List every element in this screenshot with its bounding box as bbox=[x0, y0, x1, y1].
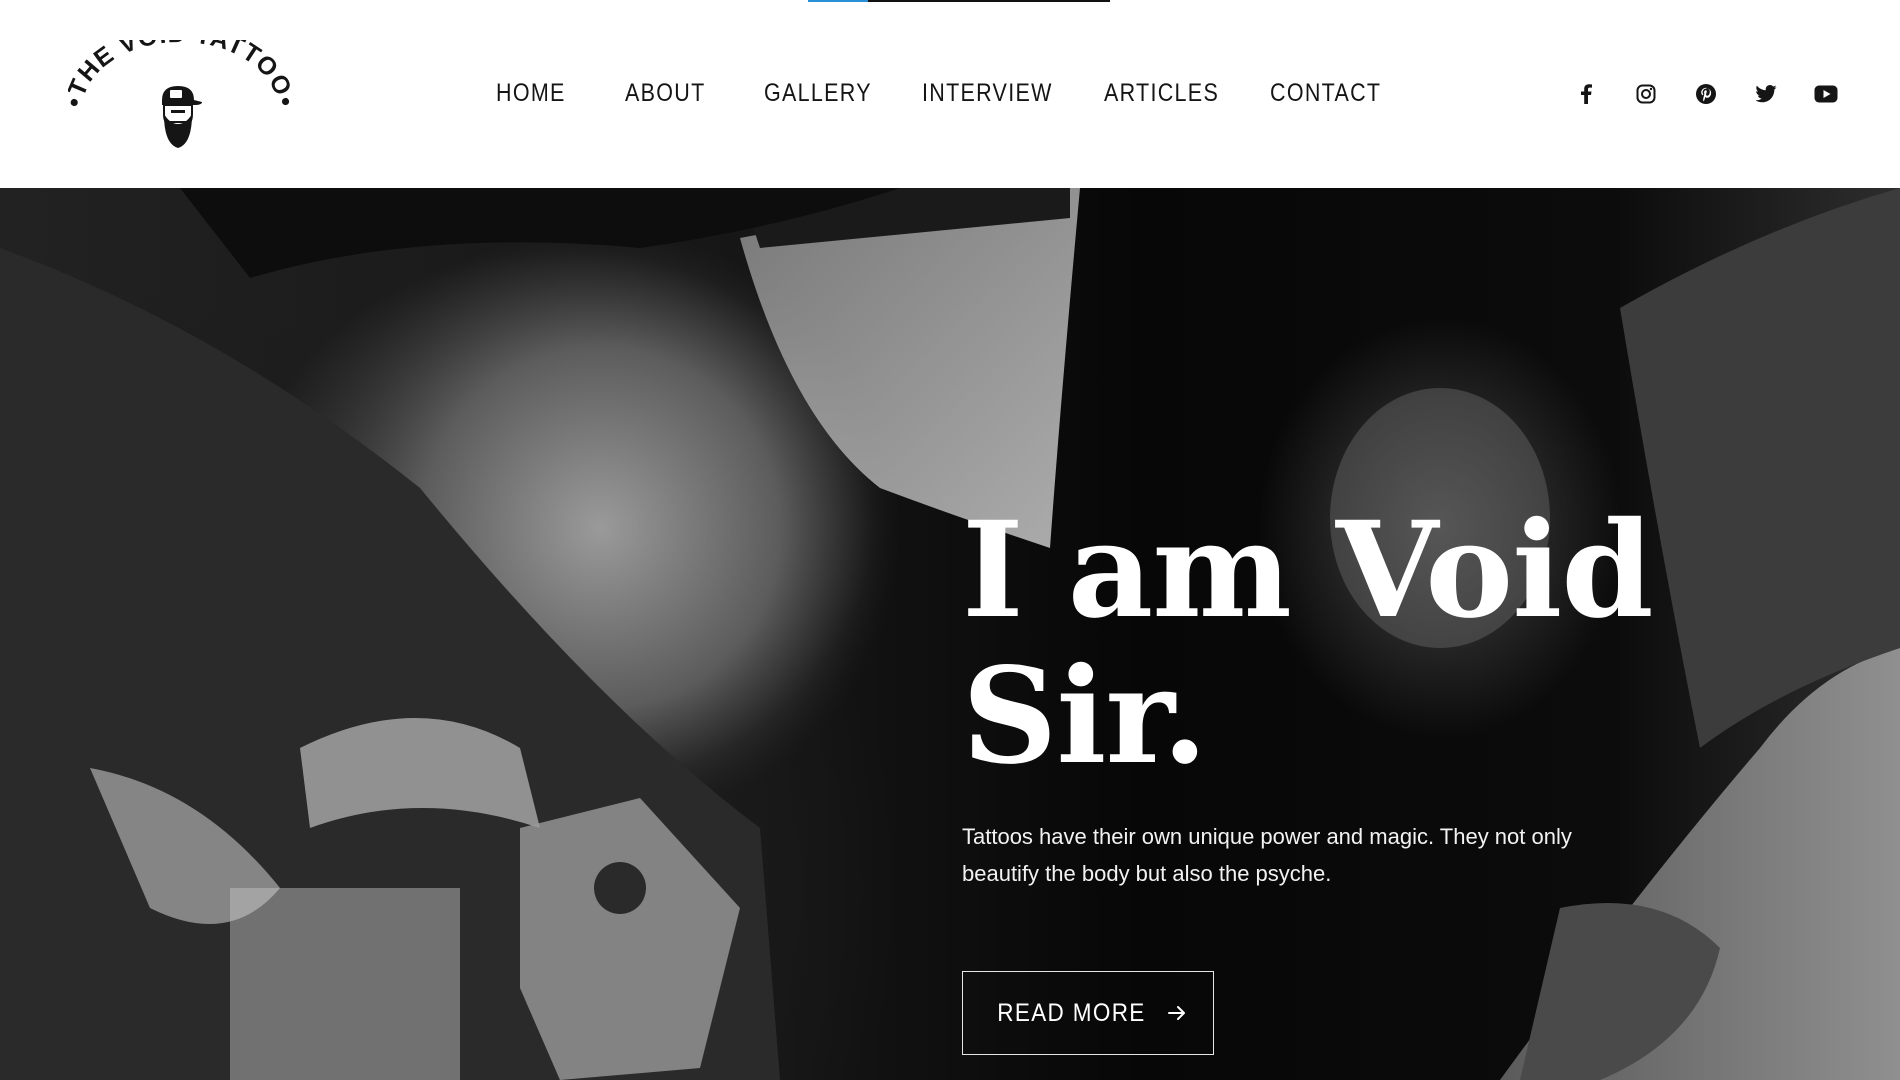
scroll-progress-fill bbox=[808, 0, 869, 2]
logo-mark: •THE VOID TATTOO• bbox=[68, 40, 292, 148]
hero-title-line-1: I am Void bbox=[962, 493, 1654, 648]
arrow-right-icon bbox=[1168, 1006, 1186, 1020]
bearded-man-with-cap-icon bbox=[162, 86, 202, 148]
nav-item-interview[interactable]: INTERVIEW bbox=[922, 79, 1053, 108]
read-more-button[interactable]: READ MORE bbox=[962, 971, 1214, 1055]
social-links bbox=[1556, 76, 1856, 112]
page: •THE VOID TATTOO• HOME ABOUT GALLERY INT… bbox=[0, 0, 1900, 1080]
nav-item-articles[interactable]: ARTICLES bbox=[1104, 79, 1219, 108]
hero-section: I am Void Sir. Tattoos have their own un… bbox=[0, 188, 1900, 1080]
read-more-label: READ MORE bbox=[996, 998, 1146, 1027]
nav-item-about[interactable]: ABOUT bbox=[625, 79, 706, 108]
nav-item-gallery[interactable]: GALLERY bbox=[764, 79, 872, 108]
site-logo[interactable]: •THE VOID TATTOO• bbox=[68, 40, 292, 160]
scroll-progress-bar bbox=[808, 0, 1110, 2]
youtube-icon[interactable] bbox=[1796, 76, 1856, 112]
twitter-icon[interactable] bbox=[1736, 76, 1796, 112]
hero-title: I am Void Sir. bbox=[962, 498, 1722, 790]
nav-item-home[interactable]: HOME bbox=[496, 79, 566, 108]
hero-description: Tattoos have their own unique power and … bbox=[962, 824, 1572, 886]
hero-title-line-2: Sir. bbox=[962, 639, 1208, 794]
instagram-icon[interactable] bbox=[1616, 76, 1676, 112]
pinterest-icon[interactable] bbox=[1676, 76, 1736, 112]
nav-item-contact[interactable]: CONTACT bbox=[1270, 79, 1381, 108]
facebook-icon[interactable] bbox=[1556, 76, 1616, 112]
site-header: •THE VOID TATTOO• HOME ABOUT GALLERY INT… bbox=[0, 0, 1900, 188]
